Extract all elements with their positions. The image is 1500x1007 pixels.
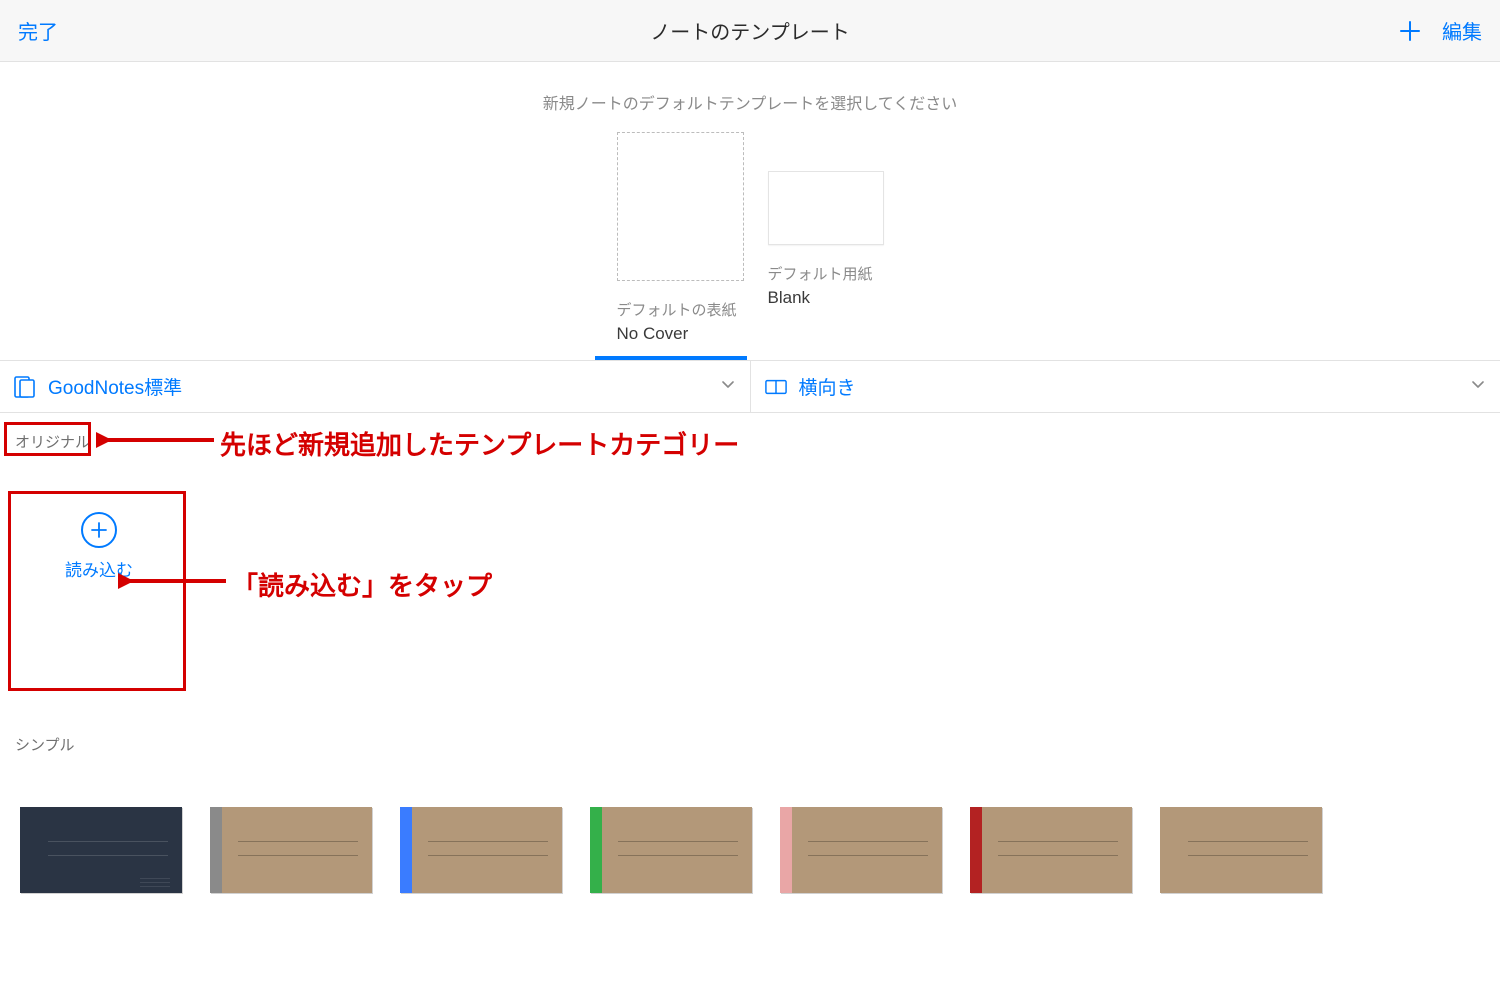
default-cover-column[interactable]: デフォルトの表紙 No Cover (617, 132, 744, 344)
annotation-text-category: 先ほど新規追加したテンプレートカテゴリー (220, 425, 739, 462)
cover-pink[interactable] (780, 807, 942, 893)
category-label-simple: シンプル (0, 716, 1500, 755)
instruction-text: 新規ノートのデフォルトテンプレートを選択してください (0, 62, 1500, 114)
group-selector[interactable]: GoodNotes標準 (0, 361, 750, 412)
blank-thumbnail (768, 171, 884, 245)
selector-row: GoodNotes標準 横向き (0, 361, 1500, 413)
group-selector-label: GoodNotes標準 (48, 373, 182, 400)
orientation-selector[interactable]: 横向き (750, 361, 1500, 412)
annotation-box-category (4, 422, 91, 456)
cover-grey[interactable] (210, 807, 372, 893)
templates-icon (14, 376, 36, 398)
no-cover-thumbnail (617, 132, 744, 281)
cover-dark[interactable] (20, 807, 182, 893)
add-icon[interactable] (1398, 19, 1422, 43)
page-title: ノートのテンプレート (650, 16, 849, 45)
done-button[interactable]: 完了 (18, 16, 58, 45)
default-paper-column[interactable]: デフォルト用紙 Blank (768, 132, 884, 308)
default-paper-caption: デフォルト用紙 (768, 263, 873, 284)
cover-plain[interactable] (1160, 807, 1322, 893)
header-bar: 完了 ノートのテンプレート 編集 (0, 0, 1500, 62)
orientation-selector-label: 横向き (799, 373, 856, 400)
cover-red[interactable] (970, 807, 1132, 893)
chevron-down-icon (1470, 376, 1486, 398)
annotation-text-import: 「読み込む」をタップ (232, 566, 492, 603)
selected-tab-indicator (595, 356, 747, 360)
edit-button[interactable]: 編集 (1442, 16, 1482, 45)
cover-green[interactable] (590, 807, 752, 893)
default-templates-row: デフォルトの表紙 No Cover デフォルト用紙 Blank (0, 132, 1500, 344)
default-cover-caption: デフォルトの表紙 (617, 299, 737, 320)
default-cover-name: No Cover (617, 324, 689, 344)
default-paper-name: Blank (768, 288, 811, 308)
covers-row (0, 755, 1500, 893)
annotation-arrow-import (118, 569, 228, 593)
orientation-icon (765, 376, 787, 398)
annotation-arrow-category (96, 428, 216, 452)
chevron-down-icon (720, 376, 736, 398)
cover-blue[interactable] (400, 807, 562, 893)
